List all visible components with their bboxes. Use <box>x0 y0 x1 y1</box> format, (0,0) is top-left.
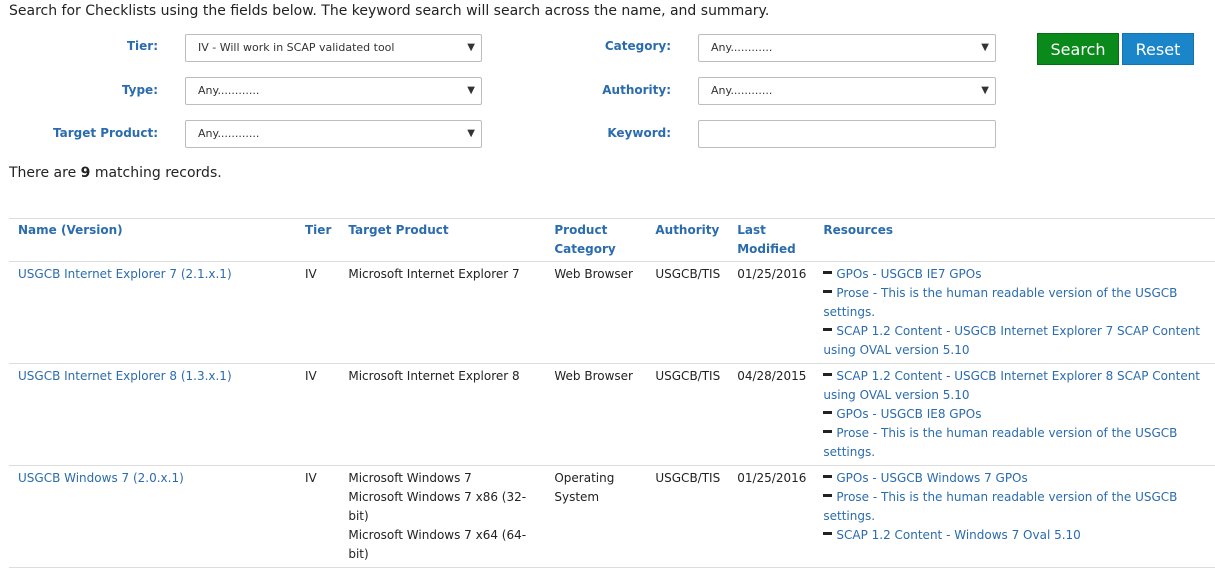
results-count-number: 9 <box>80 165 91 181</box>
resource-link-text: Prose - This is the human readable versi… <box>823 426 1178 459</box>
results-prefix: There are <box>9 165 81 181</box>
dash-icon <box>823 532 833 535</box>
tier-select[interactable]: IV - Will work in SCAP validated tool ▼ <box>185 34 482 62</box>
category-cell: Web Browser <box>545 363 647 466</box>
target-product-label: Target Product: <box>52 126 158 140</box>
product-line: Microsoft Windows 7 x86 (32-bit) <box>348 490 527 523</box>
type-label: Type: <box>121 83 158 97</box>
results-suffix: matching records. <box>90 165 222 181</box>
chevron-down-icon: ▼ <box>467 128 475 139</box>
resource-link-text: GPOs - USGCB Windows 7 GPOs <box>836 471 1028 485</box>
resource-link-text: GPOs - USGCB IE7 GPOs <box>836 267 982 281</box>
reset-button[interactable]: Reset <box>1122 33 1194 65</box>
tier-select-value: IV - Will work in SCAP validated tool <box>198 41 395 54</box>
authority-select-value: Any............ <box>711 84 773 97</box>
resource-link[interactable]: GPOs - USGCB Windows 7 GPOs <box>823 469 1207 488</box>
col-header-resources[interactable]: Resources <box>814 218 1215 262</box>
product-line: Microsoft Internet Explorer 8 <box>348 369 520 383</box>
target-product-cell: Microsoft Internet Explorer 8 <box>339 363 546 466</box>
tier-cell: IV <box>296 465 340 568</box>
resource-link-text: Prose - This is the human readable versi… <box>823 286 1178 319</box>
resource-link[interactable]: Prose - This is the human readable versi… <box>823 424 1207 462</box>
target-product-cell: Microsoft Windows 7 Microsoft Windows 7 … <box>339 465 546 568</box>
table-row: USGCB Internet Explorer 8 (1.3.x.1) IV M… <box>9 363 1215 466</box>
table-row: USGCB Windows 7 (2.0.x.1) IV Microsoft W… <box>9 465 1215 568</box>
col-header-target-product[interactable]: Target Product <box>339 218 546 262</box>
checklist-table: Name (Version) Tier Target Product Produ… <box>9 218 1215 568</box>
col-header-name[interactable]: Name (Version) <box>9 218 296 262</box>
tier-cell: IV <box>296 261 340 364</box>
resources-cell: GPOs - USGCB Windows 7 GPOs Prose - This… <box>814 465 1215 568</box>
category-label: Category: <box>604 39 671 53</box>
resource-link-text: GPOs - USGCB IE8 GPOs <box>836 407 982 421</box>
resource-link-text: SCAP 1.2 Content - Windows 7 Oval 5.10 <box>836 528 1081 542</box>
checklist-name-link[interactable]: USGCB Windows 7 (2.0.x.1) <box>9 465 296 568</box>
resource-link[interactable]: GPOs - USGCB IE7 GPOs <box>823 265 1207 284</box>
keyword-input[interactable] <box>698 120 996 148</box>
results-count: There are 9 matching records. <box>9 165 222 181</box>
authority-cell: USGCB/TIS <box>646 363 729 466</box>
authority-label: Authority: <box>602 83 671 97</box>
tier-label: Tier: <box>126 39 158 53</box>
col-header-tier[interactable]: Tier <box>296 218 340 262</box>
dash-icon <box>823 411 833 414</box>
dash-icon <box>823 494 833 497</box>
product-line: Microsoft Windows 7 <box>348 471 472 485</box>
resource-link-text: SCAP 1.2 Content - USGCB Internet Explor… <box>823 369 1201 402</box>
category-select[interactable]: Any............ ▼ <box>698 34 996 62</box>
intro-text: Search for Checklists using the fields b… <box>9 3 770 19</box>
resources-cell: SCAP 1.2 Content - USGCB Internet Explor… <box>814 363 1215 466</box>
resource-link-text: Prose - This is the human readable versi… <box>823 490 1178 523</box>
product-line: Microsoft Internet Explorer 7 <box>348 267 520 281</box>
resource-link-text: SCAP 1.2 Content - USGCB Internet Explor… <box>823 324 1201 357</box>
resources-cell: GPOs - USGCB IE7 GPOs Prose - This is th… <box>814 261 1215 364</box>
col-header-last-modified[interactable]: Last Modified <box>728 218 815 262</box>
resource-link[interactable]: Prose - This is the human readable versi… <box>823 488 1207 526</box>
authority-cell: USGCB/TIS <box>646 261 729 364</box>
target-product-cell: Microsoft Internet Explorer 7 <box>339 261 546 364</box>
target-product-select-value: Any............ <box>198 127 260 140</box>
modified-cell: 04/28/2015 <box>728 363 815 466</box>
dash-icon <box>823 328 833 331</box>
category-cell: Web Browser <box>545 261 647 364</box>
dash-icon <box>823 290 833 293</box>
authority-cell: USGCB/TIS <box>646 465 729 568</box>
resource-link[interactable]: SCAP 1.2 Content - Windows 7 Oval 5.10 <box>823 526 1207 545</box>
resource-link[interactable]: SCAP 1.2 Content - USGCB Internet Explor… <box>823 322 1207 360</box>
dash-icon <box>823 373 833 376</box>
modified-cell: 01/25/2016 <box>728 465 815 568</box>
chevron-down-icon: ▼ <box>467 42 475 53</box>
keyword-label: Keyword: <box>607 126 671 140</box>
checklist-name-link[interactable]: USGCB Internet Explorer 7 (2.1.x.1) <box>9 261 296 364</box>
chevron-down-icon: ▼ <box>981 85 989 96</box>
product-line: Microsoft Windows 7 x64 (64-bit) <box>348 528 527 561</box>
category-cell: Operating System <box>545 465 647 568</box>
search-button[interactable]: Search <box>1037 33 1119 65</box>
dash-icon <box>823 430 833 433</box>
resource-link[interactable]: SCAP 1.2 Content - USGCB Internet Explor… <box>823 367 1207 405</box>
resource-link[interactable]: GPOs - USGCB IE8 GPOs <box>823 405 1207 424</box>
checklist-name-link[interactable]: USGCB Internet Explorer 8 (1.3.x.1) <box>9 363 296 466</box>
tier-cell: IV <box>296 363 340 466</box>
authority-select[interactable]: Any............ ▼ <box>698 77 996 105</box>
chevron-down-icon: ▼ <box>981 42 989 53</box>
target-product-select[interactable]: Any............ ▼ <box>185 120 482 148</box>
table-row: USGCB Internet Explorer 7 (2.1.x.1) IV M… <box>9 261 1215 364</box>
col-header-product-category[interactable]: Product Category <box>545 218 647 262</box>
col-header-authority[interactable]: Authority <box>646 218 729 262</box>
type-select[interactable]: Any............ ▼ <box>185 77 482 105</box>
type-select-value: Any............ <box>198 84 260 97</box>
resource-link[interactable]: Prose - This is the human readable versi… <box>823 284 1207 322</box>
modified-cell: 01/25/2016 <box>728 261 815 364</box>
table-header-row: Name (Version) Tier Target Product Produ… <box>9 218 1215 262</box>
chevron-down-icon: ▼ <box>467 85 475 96</box>
dash-icon <box>823 271 833 274</box>
category-select-value: Any............ <box>711 41 773 54</box>
